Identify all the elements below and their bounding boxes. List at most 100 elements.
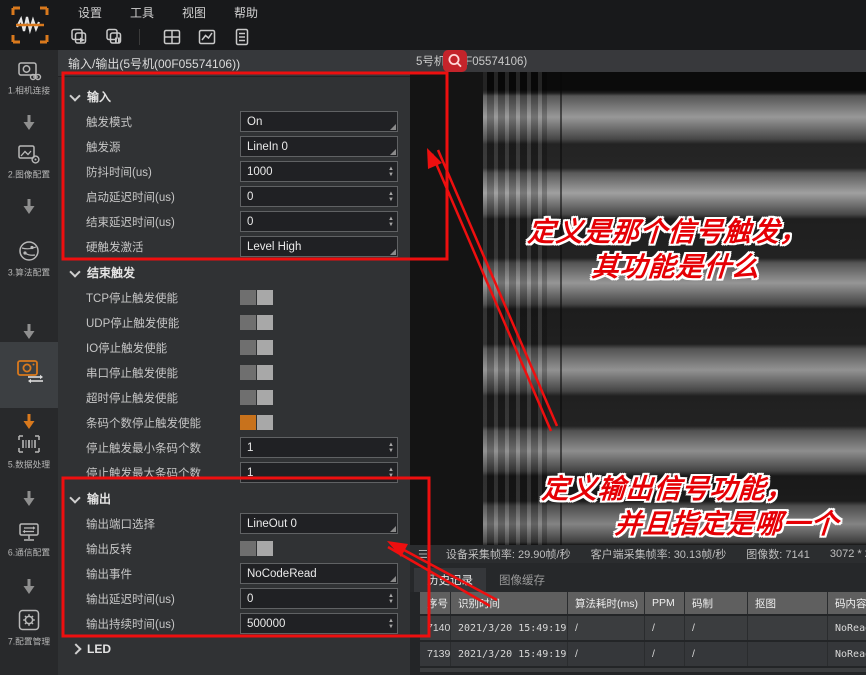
chevron-down-icon [71,92,79,100]
control-cell [240,337,398,358]
field-row: 防抖时间(us) 1000▲▼ [58,159,410,184]
sidebar-label: 6.通信配置 [2,546,55,559]
layout-grid-icon[interactable] [159,26,185,48]
start-acquisition-icon[interactable] [66,26,92,48]
spinner-arrows[interactable]: ▲▼ [388,589,394,608]
cell-ppm: / [645,642,685,666]
tcp-stop-trigger-toggle[interactable] [240,290,273,305]
spinner-arrows[interactable]: ▲▼ [388,614,394,633]
workflow-sidebar: 1.相机连接 2.图像配置 3.算法配置 5.数据处理 6.通信配置 [0,50,58,675]
chevron-down-icon [71,494,79,502]
field-label: 触发源 [86,139,240,155]
output-port-dropdown[interactable]: LineOut 0 [240,513,398,534]
col-code-content[interactable]: 码内容 [828,592,866,614]
trigger-mode-dropdown[interactable]: On [240,111,398,132]
chart-icon[interactable] [194,26,220,48]
output-invert-toggle[interactable] [240,541,273,556]
status-bar: ☰ 设备采集帧率: 29.90帧/秒 客户端采集帧率: 30.13帧/秒 图像数… [410,545,866,563]
tab-history[interactable]: 历史记录 [414,568,486,592]
cell-crop [748,642,828,666]
spinner-arrows[interactable]: ▲▼ [388,187,394,206]
min-barcode-count-spinner[interactable]: 1 ▲▼ [240,437,398,458]
menu-settings[interactable]: 设置 [64,4,116,21]
debounce-time-spinner[interactable]: 1000▲▼ [240,161,398,182]
cell-recognition-time: 2021/3/20 15:49:19:544 [451,642,568,666]
control-cell [240,312,398,333]
timeout-stop-trigger-toggle[interactable] [240,390,273,405]
control-cell [240,538,398,559]
output-event-dropdown[interactable]: NoCodeRead [240,563,398,584]
sidebar-item-io-config-active[interactable] [0,342,58,408]
status-menu-icon[interactable]: ☰ [418,548,428,561]
application-window: 设置 工具 视图 帮助 [0,0,866,675]
col-crop[interactable]: 抠图 [748,592,828,614]
max-barcode-count-spinner[interactable]: 1 ▲▼ [240,462,398,483]
col-code-type[interactable]: 码制 [685,592,748,614]
spinner-arrows[interactable]: ▲▼ [388,438,394,457]
field-row: 硬触发激活 Level High [58,234,410,259]
field-label: 超时停止触发使能 [86,390,240,406]
annotation-note1-line2: 其功能是什么 [591,245,762,284]
spinner-value: 1 [247,467,253,479]
title-bar: 设置 工具 视图 帮助 [0,0,866,24]
sidebar-item-algorithm-config[interactable]: 3.算法配置 [0,238,58,279]
sidebar-item-camera-connect[interactable]: 1.相机连接 [0,58,58,97]
menu-tools[interactable]: 工具 [116,4,168,21]
tab-image-cache[interactable]: 图像缓存 [486,568,558,592]
spinner-arrows[interactable]: ▲▼ [388,162,394,181]
end-delay-spinner[interactable]: 0▲▼ [240,211,398,232]
io-config-camera-icon [14,356,44,384]
cell-code-type: / [685,642,748,666]
spinner-value: 0 [247,191,253,203]
udp-stop-trigger-toggle[interactable] [240,315,273,330]
sidebar-item-communication-config[interactable]: 6.通信配置 [0,520,58,559]
field-row: 输出持续时间(us) 500000▲▼ [58,611,410,636]
menu-help[interactable]: 帮助 [220,4,272,21]
annotation-note2-line1: 定义输出信号功能， [541,467,796,506]
device-fps: 设备采集帧率: 29.90帧/秒 [436,546,581,562]
chevron-down-icon [71,268,79,276]
log-list-icon[interactable] [229,26,255,48]
io-stop-trigger-toggle[interactable] [240,340,273,355]
step-arrow-active-icon [22,413,36,430]
spinner-value: 1 [247,442,253,454]
image-gear-icon [16,142,42,166]
field-label: 停止触发最小条码个数 [86,440,240,456]
step-arrow-icon [22,198,36,215]
section-end-trigger[interactable]: 结束触发 [58,259,410,285]
cell-ppm: / [645,616,685,640]
table-row[interactable]: 7140 2021/3/20 15:49:19:574 / / / NoRead [420,616,866,640]
col-index[interactable]: 序号 [420,592,451,614]
table-row[interactable]: 7139 2021/3/20 15:49:19:544 / / / NoRead [420,642,866,666]
camera-live-view[interactable]: 定义是那个信号触发， 其功能是什么 定义输出信号功能， 并且指定是哪一个 [410,72,866,545]
field-label: 启动延迟时间(us) [86,189,240,205]
section-input[interactable]: 输入 [58,83,410,109]
spinner-arrows[interactable]: ▲▼ [388,212,394,231]
sidebar-label: 3.算法配置 [2,266,55,279]
hard-trigger-activation-dropdown[interactable]: Level High [240,236,398,257]
pause-acquisition-icon[interactable] [101,26,127,48]
dropdown-corner-icon [390,526,396,532]
dropdown-corner-icon [390,249,396,255]
col-recognition-time[interactable]: 识别时间 [451,592,568,614]
toolbar [0,24,866,50]
output-delay-spinner[interactable]: 0▲▼ [240,588,398,609]
col-algorithm-time[interactable]: 算法耗时(ms) [568,592,645,614]
step-arrow-icon [22,578,36,595]
section-title: 输入 [87,88,111,105]
sidebar-item-config-management[interactable]: 7.配置管理 [0,607,58,648]
output-duration-spinner[interactable]: 500000▲▼ [240,613,398,634]
sidebar-item-image-config[interactable]: 2.图像配置 [0,142,58,181]
serial-stop-trigger-toggle[interactable] [240,365,273,380]
section-output[interactable]: 输出 [58,485,410,511]
cell-index: 7139 [420,642,451,666]
menu-view[interactable]: 视图 [168,4,220,21]
dropdown-corner-icon [390,149,396,155]
col-ppm[interactable]: PPM [645,592,685,614]
section-led[interactable]: LED [58,636,410,662]
spinner-arrows[interactable]: ▲▼ [388,463,394,482]
start-delay-spinner[interactable]: 0 ▲▼ [240,186,398,207]
sidebar-item-data-processing[interactable]: 5.数据处理 [0,432,58,471]
trigger-source-dropdown[interactable]: LineIn 0 [240,136,398,157]
barcode-count-stop-trigger-toggle[interactable] [240,415,273,430]
